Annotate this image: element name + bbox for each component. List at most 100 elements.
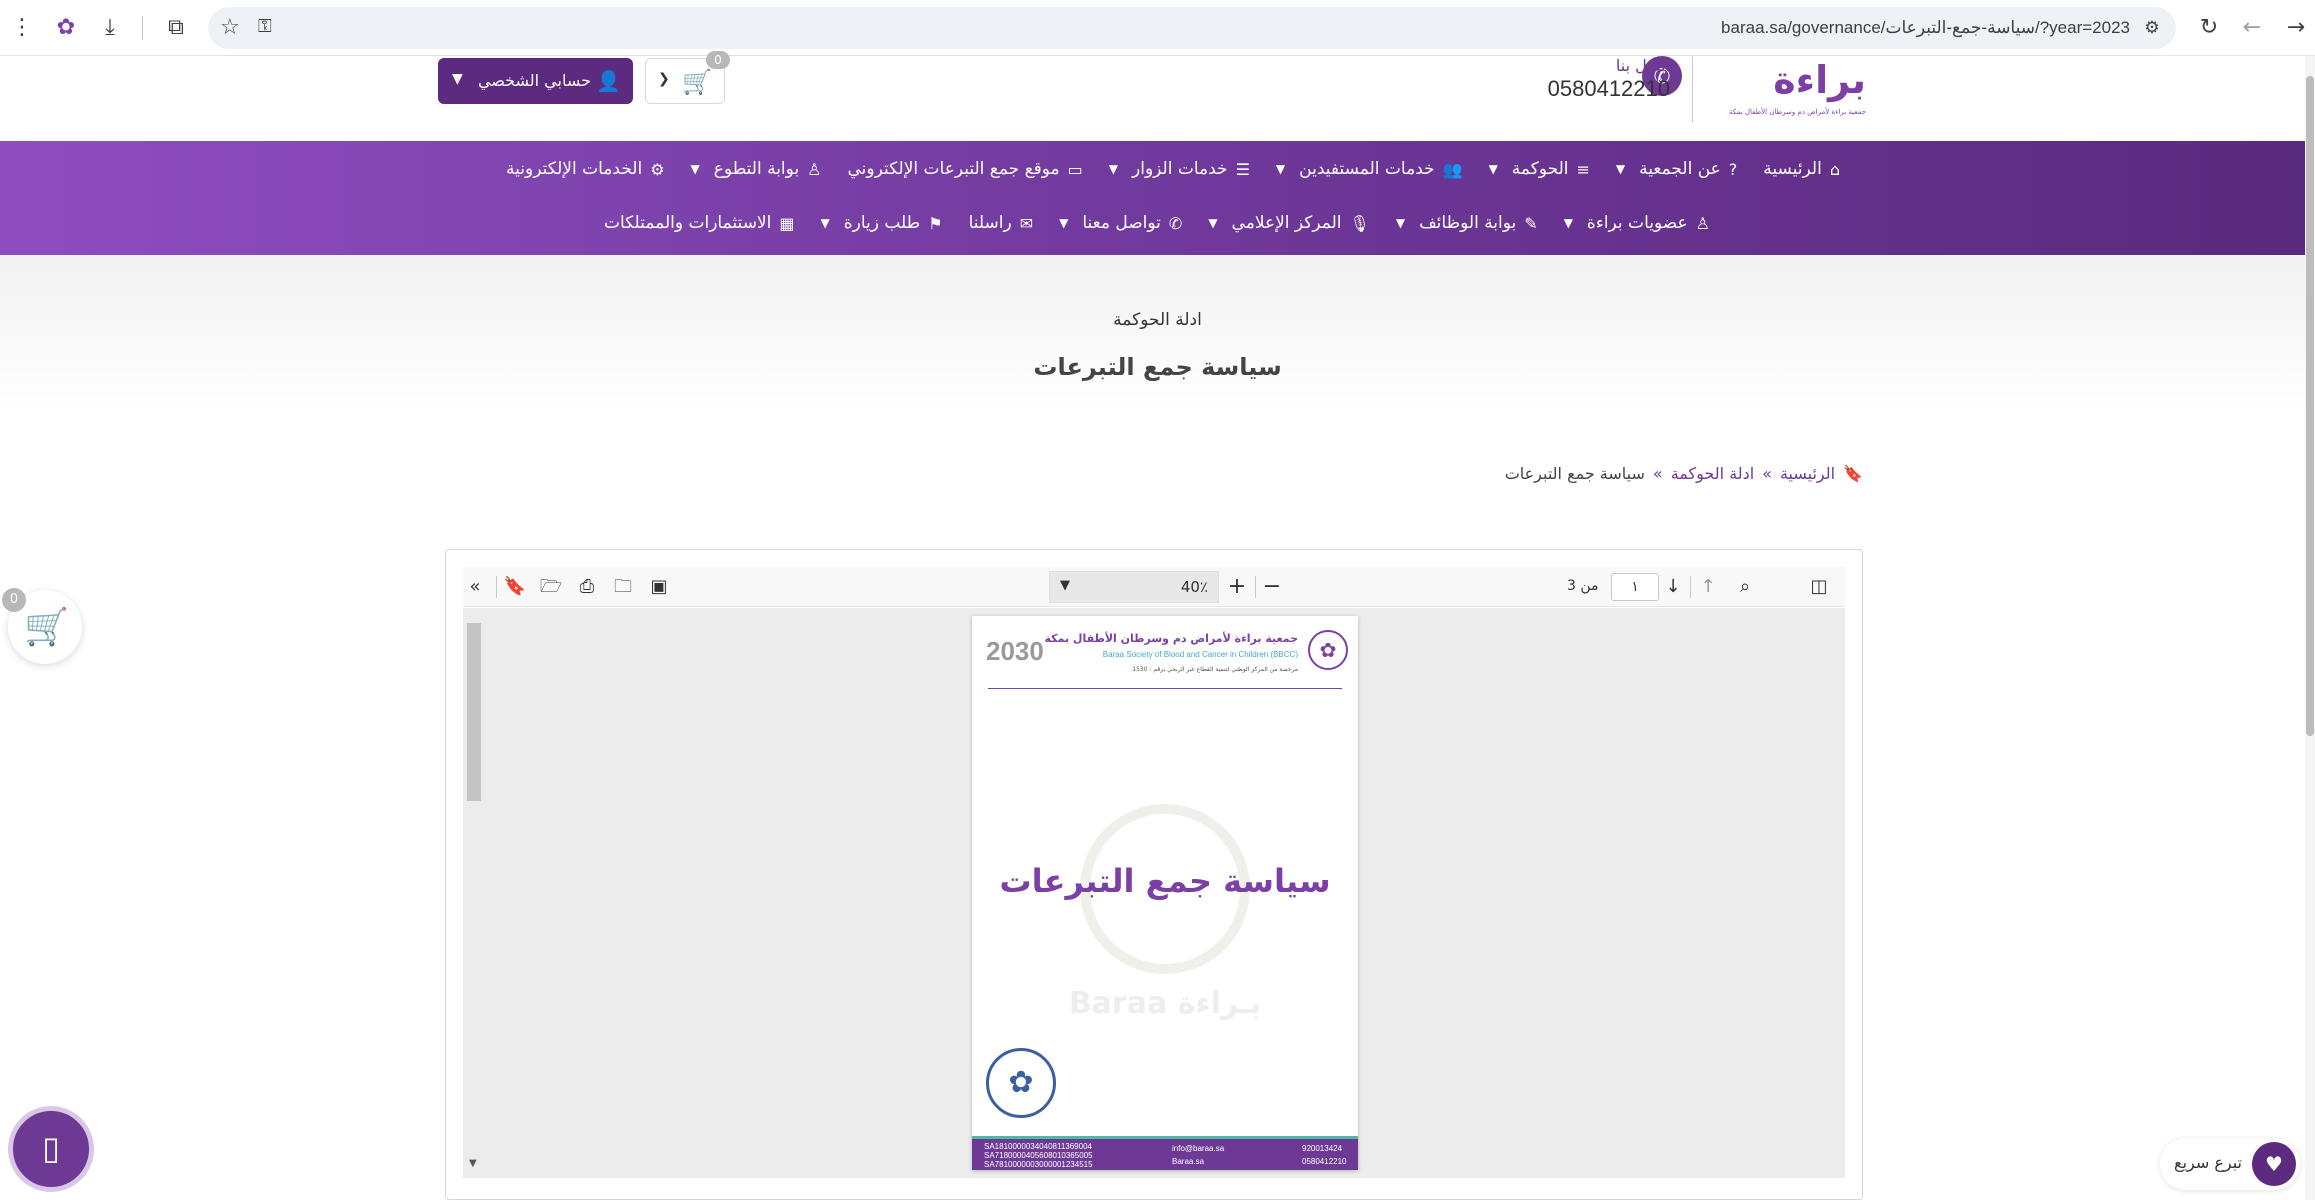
breadcrumb-home[interactable]: الرئيسية xyxy=(1780,464,1835,483)
bookmark-icon[interactable]: 🔖 xyxy=(503,575,527,599)
nav-item-label: تواصل معنا xyxy=(1082,213,1161,233)
extensions-icon[interactable]: ⧉ xyxy=(162,14,190,42)
nav-item[interactable]: ♙ بوابة التطوع ▼ xyxy=(691,159,822,179)
org-logo-icon: ✿ xyxy=(1308,630,1348,670)
nav-item-label: الرئيسية xyxy=(1763,159,1822,179)
arrow-right-icon[interactable]: → xyxy=(2282,14,2310,42)
nav-item[interactable]: ⚑ طلب زيارة ▼ xyxy=(820,213,942,233)
pdf-canvas[interactable]: ▼ ✿ جمعية براءة لأمراض دم وسرطان الأطفال… xyxy=(463,608,1845,1178)
arrow-left-icon[interactable]: ← xyxy=(2238,14,2266,42)
nav-item-label: عضويات براءة xyxy=(1586,213,1688,233)
home-icon: ⌂ xyxy=(1829,159,1840,179)
toolbar-divider xyxy=(496,576,497,598)
nav-row-2: ♙ عضويات براءة ▼ ✎ بوابة الوظائف ▼ 🎙 المركز الإ… xyxy=(578,208,1710,238)
chevron-down-icon: ▼ xyxy=(1059,216,1069,230)
footer-iban: SA7180000405608010365005 xyxy=(984,1151,1093,1160)
zoom-select[interactable]: 40٪ ▼ xyxy=(1049,571,1219,603)
nav-item[interactable]: ✉ راسلنا xyxy=(969,213,1034,233)
account-button[interactable]: 👤 حسابي الشخصي ▼ xyxy=(438,58,633,104)
breadcrumb-separator: » xyxy=(1652,464,1663,483)
page-number-input[interactable]: ١ xyxy=(1611,573,1659,601)
nav-item[interactable]: 🎙 المركز الإعلامي ▼ xyxy=(1208,213,1370,233)
open-file-icon[interactable]: 🗁 xyxy=(539,575,563,599)
scroll-down-arrow-icon[interactable]: ▼ xyxy=(469,1158,477,1169)
breadcrumb-section[interactable]: ادلة الحوكمة xyxy=(1671,464,1754,483)
nav-item-label: خدمات الزوار xyxy=(1132,159,1228,179)
breadcrumb: 🔖 الرئيسية » ادلة الحوكمة » سياسة جمع ال… xyxy=(1505,464,1863,483)
nav-item-label: الخدمات الإلكترونية xyxy=(506,159,643,179)
arrow-down-icon[interactable]: ↓ xyxy=(1661,575,1685,599)
download-icon[interactable]: ⤓ xyxy=(96,14,124,42)
account-label: حسابي الشخصي xyxy=(477,71,591,90)
nav-item[interactable]: 👥 خدمات المستفيدين ▼ xyxy=(1276,159,1463,179)
print-icon[interactable]: ⎙ xyxy=(575,575,599,599)
nav-item[interactable]: ♙ عضويات براءة ▼ xyxy=(1564,213,1710,233)
help-circle-icon: ? xyxy=(1728,159,1738,179)
nav-item[interactable]: ▭ موقع جمع التبرعات الإلكتروني xyxy=(848,159,1083,179)
nav-item[interactable]: ✆ تواصل معنا ▼ xyxy=(1059,213,1182,233)
logo-tagline: جمعية براءة لأمراض دم وسرطان الأطفال بمك… xyxy=(1729,108,1866,116)
profile-icon[interactable]: ✿ xyxy=(52,14,80,42)
nav-item[interactable]: ⌂ الرئيسية xyxy=(1763,159,1840,179)
nav-item[interactable]: ▦ الاستثمارات والممتلكات xyxy=(604,213,795,233)
toolbar-divider xyxy=(142,16,143,40)
mic-icon: 🎙 xyxy=(1349,213,1370,233)
zoom-out-icon[interactable]: − xyxy=(1260,575,1284,599)
quick-donate-label: تبرع سريع xyxy=(2174,1153,2242,1172)
cart-icon: 🛒 xyxy=(24,607,69,648)
nav-item-label: موقع جمع التبرعات الإلكتروني xyxy=(847,159,1060,179)
cogs-icon: ⚙ xyxy=(650,159,665,179)
watermark-text: Baraa بـراءة xyxy=(1068,986,1262,1021)
nav-item[interactable]: ✎ بوابة الوظائف ▼ xyxy=(1396,213,1538,233)
sidebar-toggle-icon[interactable]: ◫ xyxy=(1807,575,1831,599)
visit-icon: ⚑ xyxy=(928,213,943,233)
arrow-up-icon[interactable]: ↑ xyxy=(1696,575,1720,599)
floating-phone-button[interactable]: ▯ xyxy=(8,1106,94,1192)
scrollbar-thumb[interactable] xyxy=(2306,76,2314,736)
star-icon[interactable]: ☆ xyxy=(220,15,240,40)
pdf-toolbar: « 🔖 🗁 ⎙ 🗀 ▣ 40٪ ▼ + − من 3 ١ ↓ ↑ ⌕ ◫ xyxy=(463,567,1845,607)
menu-icon[interactable]: ⋮ xyxy=(8,14,36,42)
double-chevron-left-icon[interactable]: « xyxy=(463,575,487,599)
scrollbar-thumb[interactable] xyxy=(467,623,481,801)
pdf-page: ✿ جمعية براءة لأمراض دم وسرطان الأطفال ب… xyxy=(972,616,1358,1170)
floating-cart-button[interactable]: 🛒 0 xyxy=(2,588,82,664)
toolbar-divider xyxy=(1690,576,1691,598)
quick-donate-button[interactable]: ♥ تبرع سريع xyxy=(2160,1138,2300,1190)
key-icon[interactable]: ⚿ xyxy=(258,16,272,37)
nav-item-label: طلب زيارة xyxy=(843,213,921,233)
card-icon: ▭ xyxy=(1067,159,1083,179)
chevron-down-icon: ▼ xyxy=(1488,162,1498,176)
nav-item[interactable]: ? عن الجمعية ▼ xyxy=(1616,159,1737,179)
chevron-down-icon: ▼ xyxy=(1395,216,1406,230)
address-bar[interactable]: baraa.sa/governance/سياسة-جمع-التبرعات/?… xyxy=(208,7,2176,49)
pdf-scrollbar[interactable]: ▼ xyxy=(466,620,482,1169)
nav-item[interactable]: ⚙ الخدمات الإلكترونية xyxy=(506,159,665,179)
contact-phone[interactable]: 0580412210 xyxy=(1548,76,1670,102)
nav-item[interactable]: ≡ الحوكمة ▼ xyxy=(1489,159,1590,179)
chevron-down-icon: ▼ xyxy=(690,162,700,176)
page-scrollbar[interactable] xyxy=(2305,56,2315,1200)
reload-icon[interactable]: ↻ xyxy=(2195,14,2223,42)
search-icon[interactable]: ⌕ xyxy=(1733,575,1757,599)
zoom-in-icon[interactable]: + xyxy=(1225,575,1249,599)
url-text[interactable]: baraa.sa/governance/سياسة-جمع-التبرعات/?… xyxy=(1721,7,2130,49)
tune-icon[interactable]: ⚙ xyxy=(2140,16,2164,40)
doc-registration: مرخصة من المركز الوطني لتنمية القطاع غير… xyxy=(1132,666,1298,673)
contact-label: اتصل بنا xyxy=(1615,56,1670,75)
nav-item[interactable]: ☰ خدمات الزوار ▼ xyxy=(1109,159,1250,179)
page-hero: ادلة الحوكمة سياسة جمع التبرعات xyxy=(0,255,2315,415)
chevron-down-icon: ▼ xyxy=(820,216,830,230)
cart-button[interactable]: 🛒 ❯ 0 xyxy=(645,51,730,104)
presentation-icon[interactable]: ▣ xyxy=(647,575,671,599)
site-logo[interactable]: براءة جمعية براءة لأمراض دم وسرطان الأطف… xyxy=(1718,58,1866,124)
footer-phone: 920013424 xyxy=(1302,1144,1343,1153)
seal-stamp-icon: ✿ xyxy=(986,1048,1056,1118)
save-icon[interactable]: 🗀 xyxy=(611,575,635,599)
chevron-down-icon: ❯ xyxy=(658,71,670,87)
chevron-down-icon: ▼ xyxy=(1060,578,1070,593)
hero-subtitle: ادلة الحوكمة xyxy=(1113,310,1202,330)
mobile-phone-icon: ▯ xyxy=(42,1129,60,1167)
nav-item-label: راسلنا xyxy=(968,213,1012,233)
nav-item-label: خدمات المستفيدين xyxy=(1299,159,1435,179)
